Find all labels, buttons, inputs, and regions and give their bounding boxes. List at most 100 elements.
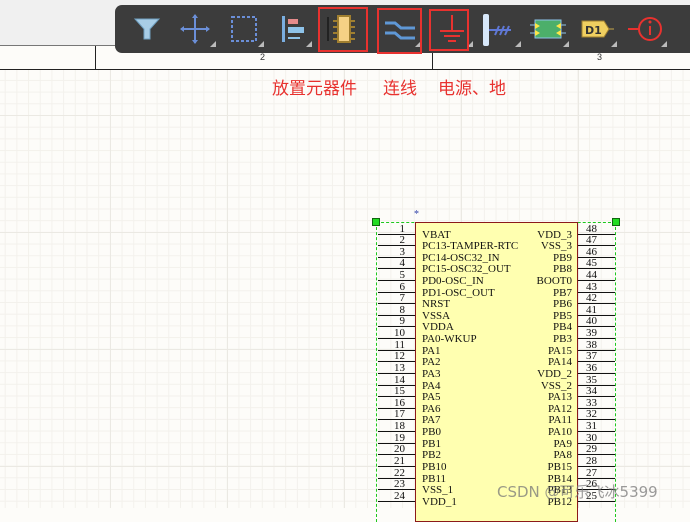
- dropdown-indicator: [515, 41, 521, 47]
- pin-name: PB7: [553, 286, 572, 299]
- pin-number: 10: [394, 327, 405, 340]
- pin-number: 15: [394, 385, 405, 398]
- pin-name: VDD_3: [537, 228, 572, 241]
- pin-number: 17: [394, 408, 405, 421]
- pin-number: 8: [399, 303, 406, 316]
- pin-number: 23: [394, 478, 405, 491]
- pin-name: PA11: [548, 414, 572, 427]
- pin-name: PB2: [422, 449, 441, 462]
- move-button[interactable]: [172, 9, 218, 49]
- pin-name: PA5: [422, 391, 441, 404]
- pin-name: PA3: [422, 367, 441, 380]
- pin-name: PC13-TAMPER-RTC: [422, 240, 519, 253]
- harness-button[interactable]: [525, 9, 571, 49]
- pin-name: PA9: [553, 437, 572, 450]
- pin-number: 2: [399, 234, 406, 247]
- dropdown-indicator: [258, 41, 264, 47]
- selection-handle[interactable]: [612, 218, 620, 226]
- selection-handle[interactable]: [372, 218, 380, 226]
- pin-name: PB11: [422, 472, 447, 485]
- pin-name: PB3: [553, 333, 572, 346]
- dropdown-indicator: [210, 41, 216, 47]
- bus-entry-button[interactable]: [477, 9, 523, 49]
- pin-number: 3: [399, 245, 406, 258]
- filter-button[interactable]: [124, 9, 170, 49]
- pin-number: 6: [399, 280, 406, 293]
- dropdown-indicator: [661, 41, 667, 47]
- pin-name: PB8: [553, 263, 572, 276]
- pin-name: PA1: [422, 344, 441, 357]
- pin-name: VDD_1: [422, 495, 457, 508]
- pin-name: PA15: [547, 344, 572, 357]
- pin-name: NRST: [422, 298, 451, 311]
- pin-number: 33: [586, 396, 597, 409]
- pin-name: VDD_2: [537, 367, 572, 380]
- pin-number: 28: [586, 454, 597, 467]
- pin-number: 20: [394, 443, 405, 456]
- directive-button[interactable]: [623, 9, 669, 49]
- pin-number: 39: [586, 327, 597, 340]
- pin-name: PA6: [422, 402, 441, 415]
- pin-name: BOOT0: [536, 274, 572, 287]
- pin-number: 40: [586, 315, 597, 328]
- pin-name: PA8: [553, 449, 572, 462]
- pin-name: PB1: [422, 437, 441, 450]
- pin-number: 41: [586, 303, 597, 316]
- pin-number: 29: [586, 443, 597, 456]
- pin-number: 37: [586, 350, 597, 363]
- highlight-wire: [377, 8, 422, 54]
- pin-number: 35: [586, 373, 597, 386]
- pin-name: PA10: [547, 426, 572, 439]
- pin-name: VDDA: [422, 321, 454, 334]
- pin-number: 32: [586, 408, 597, 421]
- pin-number: 48: [586, 222, 597, 235]
- pin-number: 14: [394, 373, 405, 386]
- pin-number: 38: [586, 338, 597, 351]
- dropdown-indicator: [611, 41, 617, 47]
- pin-number: 19: [394, 431, 405, 444]
- dropdown-indicator: [306, 41, 312, 47]
- select-button[interactable]: [220, 9, 266, 49]
- pin-name: PB0: [422, 426, 441, 439]
- pin-number: 24: [394, 489, 405, 502]
- dropdown-indicator: [563, 41, 569, 47]
- pin-number: 46: [586, 245, 597, 258]
- ruler-label: 3: [597, 52, 603, 62]
- pin-name: PB10: [422, 460, 447, 473]
- pin-number: 1: [399, 222, 406, 235]
- annotation-wire: 连线: [383, 79, 417, 99]
- pin-number: 34: [586, 385, 597, 398]
- pin-number: 9: [399, 315, 406, 328]
- pin-name: PA7: [422, 414, 441, 427]
- pin-name: PB5: [553, 309, 572, 322]
- pin-name: VSSA: [422, 309, 451, 322]
- pin-number: 4: [399, 257, 406, 270]
- ruler-divider: [95, 46, 96, 70]
- pin-name: PA0-WKUP: [422, 333, 477, 346]
- pin-number: 5: [399, 268, 406, 281]
- pin-number: 36: [586, 361, 597, 374]
- pin-number: 45: [586, 257, 597, 270]
- pin-number: 43: [586, 280, 597, 293]
- pin-name: PC15-OSC32_OUT: [422, 263, 511, 276]
- designator-button[interactable]: D1: [573, 9, 619, 49]
- pin-number: 7: [399, 292, 406, 305]
- pin-name: PD0-OSC_IN: [422, 274, 484, 287]
- pin-name: VSS_2: [540, 379, 572, 392]
- pin-name: PB6: [553, 298, 572, 311]
- pin-number: 30: [586, 431, 597, 444]
- align-button[interactable]: [268, 9, 314, 49]
- component-marker: *: [414, 209, 419, 220]
- pin-name: VSS_3: [540, 240, 572, 253]
- pin-number: 31: [586, 420, 597, 433]
- pin-number: 16: [394, 396, 405, 409]
- pin-name: VBAT: [422, 228, 451, 241]
- pin-name: PA2: [422, 356, 441, 369]
- pin-number: 22: [394, 466, 405, 479]
- pin-name: PA14: [547, 356, 572, 369]
- designator-label: D1: [585, 24, 602, 37]
- annotation-power-ground: 电源、地: [438, 79, 506, 99]
- annotation-place-part: 放置元器件: [272, 79, 357, 99]
- highlight-place-part: [318, 7, 368, 52]
- pin-name: PA4: [422, 379, 441, 392]
